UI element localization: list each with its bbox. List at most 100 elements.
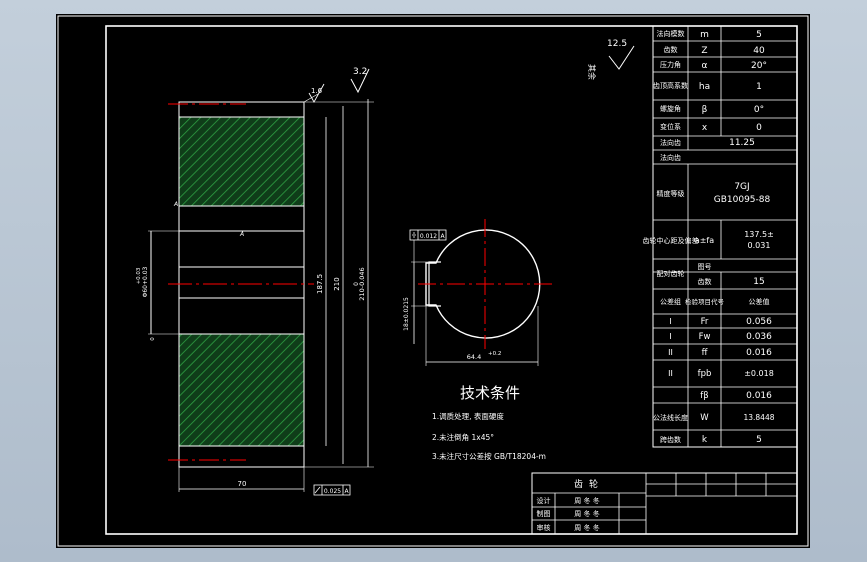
part-name: 齿轮 <box>574 478 604 490</box>
param-symbol: m <box>700 30 709 40</box>
title-block: 齿轮 设计 周 冬 冬 制图 周 冬 冬 审核 周 冬 冬 <box>531 472 798 535</box>
group-label: 公差组 <box>660 297 681 306</box>
param-symbol: β <box>702 105 708 115</box>
tol-label: 公差值 <box>749 297 770 306</box>
param-symbol: α <box>702 61 708 71</box>
keyway-width-text: 18±0.0215 <box>403 297 410 331</box>
dim-tip-text: 210-0.046 <box>358 267 366 300</box>
param-label: 法向齿 <box>660 153 681 162</box>
roughness-general-note: 其余 <box>587 64 597 80</box>
param-label: 法向齿 <box>660 138 681 147</box>
k-value: 5 <box>756 435 762 445</box>
gear-section-view: 70 187.5 210 0 210-0.046 Φ60+0.03 +0.03 … <box>136 99 374 496</box>
param-value: 0° <box>754 105 764 115</box>
roughness-general-text: 12.5 <box>607 39 627 49</box>
param-symbol: Z <box>701 46 707 56</box>
hub-end-view: 18±0.0215 64.4 +0.2 0.012 A <box>403 219 554 366</box>
runout-datum: A <box>344 488 349 495</box>
tol-value: 0.016 <box>746 348 772 358</box>
title-role: 设计 <box>537 496 551 505</box>
wn-label: 公法线长度 <box>653 413 688 422</box>
precision-value-1: 7GJ <box>734 182 749 192</box>
param-label: 齿顶高系数 <box>653 81 688 90</box>
center-dist-value-1: 137.5± <box>744 230 774 239</box>
tol-symbol: ff <box>702 348 709 358</box>
param-value: 0 <box>756 123 762 133</box>
param-value: 40 <box>753 46 765 56</box>
check-label: 检验项目代号 <box>685 297 725 306</box>
mate-teeth-label: 齿数 <box>698 277 712 286</box>
param-value: 5 <box>756 30 762 40</box>
center-dist-label: 齿轮中心距及偏差 <box>643 236 699 245</box>
keyway-depth-tol: +0.2 <box>488 351 501 357</box>
tol-symbol: fβ <box>700 391 708 401</box>
hatch-upper <box>178 116 305 207</box>
wn-symbol: W <box>700 413 709 423</box>
param-value: 20° <box>751 61 767 71</box>
param-label: 法向模数 <box>657 29 685 38</box>
tol-symbol: Fr <box>701 317 709 327</box>
tol-group: I <box>669 317 671 326</box>
tech-requirements: 技术条件 1.调质处理, 表面硬度 2.未注倒角 1x45° 3.未注尺寸公差按… <box>432 384 546 461</box>
tol-group: II <box>668 369 673 378</box>
roughness-symbols: 3.2 1.6 12.5 其余 <box>303 39 635 103</box>
param-symbol: x <box>702 123 708 133</box>
dim-bore-tol: +0.03 <box>136 267 142 284</box>
drawing-sheet[interactable]: 70 187.5 210 0 210-0.046 Φ60+0.03 +0.03 … <box>56 14 810 548</box>
gear-parameter-table: 法向模数 m 5 齿数 Z 40 压力角 α 20° 齿顶高系数 ha 1 螺旋… <box>643 25 798 448</box>
dim-70-text: 70 <box>238 480 247 488</box>
runout-value: 0.025 <box>324 488 341 495</box>
title-person: 周 冬 冬 <box>574 496 599 505</box>
center-dist-symbol: a±fa <box>695 236 714 245</box>
tol-symbol: Fw <box>699 332 711 342</box>
title-person: 周 冬 冬 <box>574 523 599 532</box>
dim-bore-text: Φ60+0.03 <box>142 266 149 297</box>
roughness-face-text: 3.2 <box>353 67 367 77</box>
title-block-border <box>531 472 798 535</box>
tech-req-item-1: 1.调质处理, 表面硬度 <box>432 411 504 421</box>
precision-label: 精度等级 <box>657 189 685 198</box>
angle-mark-a2: A <box>239 231 244 238</box>
hatch-lower <box>178 333 305 447</box>
tol-group: I <box>669 332 671 341</box>
symmetry-icon <box>412 232 416 238</box>
param-symbol: ha <box>699 82 710 92</box>
param-label: 齿数 <box>664 45 678 54</box>
roughness-general-icon <box>608 45 635 70</box>
gear-table-rows <box>653 40 797 431</box>
dim-key-tol: 0 <box>150 337 156 341</box>
title-role: 制图 <box>537 509 551 518</box>
tech-req-item-3: 3.未注尺寸公差按 GB/T18204-m <box>432 451 546 461</box>
roughness-bore-text: 1.6 <box>311 87 323 95</box>
param-label: 压力角 <box>660 60 681 69</box>
title-role: 审核 <box>537 523 551 532</box>
outer-border <box>57 15 809 547</box>
dim-210-text: 210 <box>333 277 341 290</box>
param-label: 变位系 <box>660 122 681 131</box>
runout-arrow-icon <box>314 486 321 494</box>
gear-drawing-canvas[interactable]: 70 187.5 210 0 210-0.046 Φ60+0.03 +0.03 … <box>56 14 810 548</box>
tol-value: ±0.018 <box>744 369 774 378</box>
tol-value: 0.016 <box>746 391 772 401</box>
k-symbol: k <box>702 435 708 445</box>
title-person: 周 冬 冬 <box>574 509 599 518</box>
param-value: 1 <box>756 82 762 92</box>
symmetry-datum: A <box>440 233 445 240</box>
angle-mark-a1: A <box>173 201 178 208</box>
bore-lower <box>178 297 305 335</box>
tech-req-item-2: 2.未注倒角 1x45° <box>432 432 494 442</box>
tol-symbol: fpb <box>698 369 712 379</box>
tol-value: 0.036 <box>746 332 772 342</box>
param-label: 螺旋角 <box>660 104 681 113</box>
param-value: 11.25 <box>729 138 755 148</box>
mate-label: 配对齿轮 <box>657 269 685 278</box>
center-dist-value-2: 0.031 <box>748 241 771 250</box>
symmetry-value: 0.012 <box>420 233 437 240</box>
mate-teeth-value: 15 <box>753 277 764 287</box>
tech-req-title: 技术条件 <box>460 384 520 402</box>
mate-drawing-no: 图号 <box>698 263 712 271</box>
wn-value: 13.8448 <box>743 413 774 422</box>
precision-value-2: GB10095-88 <box>714 195 771 205</box>
tol-value: 0.056 <box>746 317 772 327</box>
keyway-depth-text: 64.4 <box>467 353 481 361</box>
